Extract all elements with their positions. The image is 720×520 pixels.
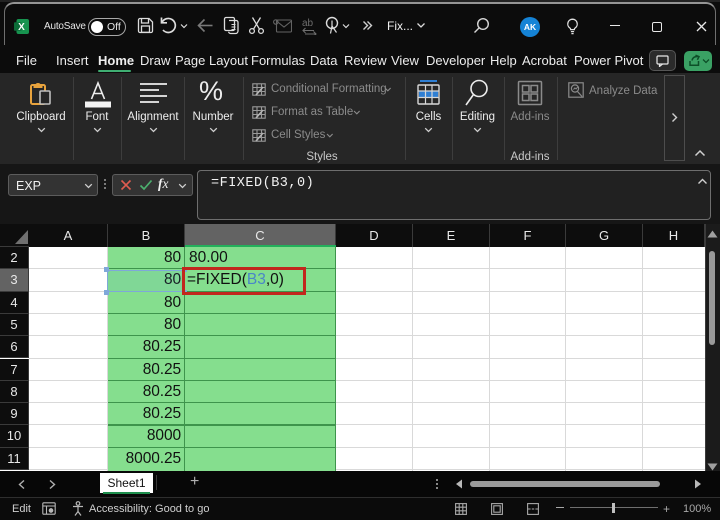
- svg-text:ab: ab: [302, 18, 314, 29]
- svg-text:X: X: [18, 22, 25, 33]
